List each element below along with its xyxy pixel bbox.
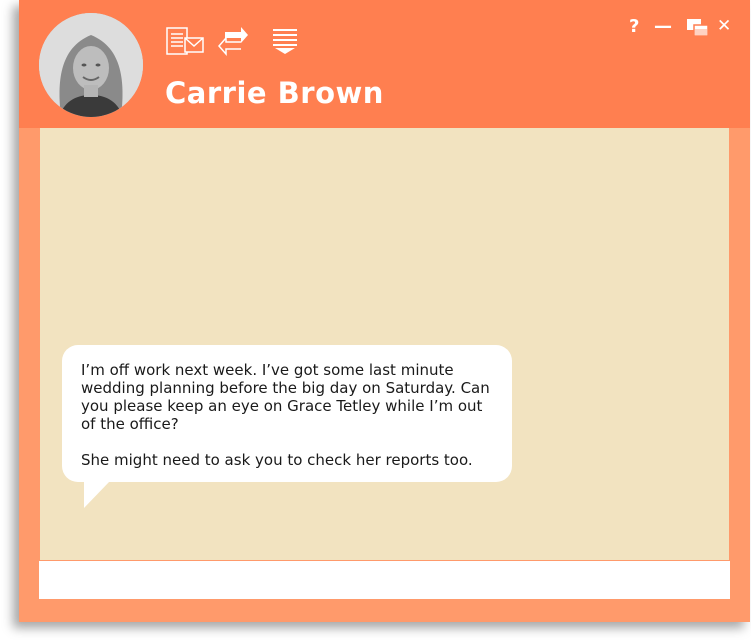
message-bubble: I’m off work next week. I’ve got some la… (62, 345, 512, 508)
help-button[interactable]: ? (629, 16, 639, 37)
contact-name: Carrie Brown (165, 76, 384, 110)
chat-window: Carrie Brown ? — ✕ I’m off work next wee… (19, 0, 750, 622)
transfer-icon[interactable] (217, 26, 249, 56)
message-input[interactable] (39, 561, 730, 599)
minimize-button[interactable]: — (654, 16, 672, 37)
chat-area: I’m off work next week. I’ve got some la… (40, 128, 729, 560)
chat-header: Carrie Brown ? — ✕ (19, 0, 750, 128)
bubble-tail (84, 481, 110, 508)
close-button[interactable]: ✕ (717, 16, 731, 36)
message-text: I’m off work next week. I’ve got some la… (81, 361, 490, 469)
menu-dropdown-icon[interactable] (271, 26, 299, 56)
avatar (39, 13, 143, 117)
restore-window-icon[interactable] (686, 18, 710, 42)
email-icon[interactable] (165, 26, 205, 56)
